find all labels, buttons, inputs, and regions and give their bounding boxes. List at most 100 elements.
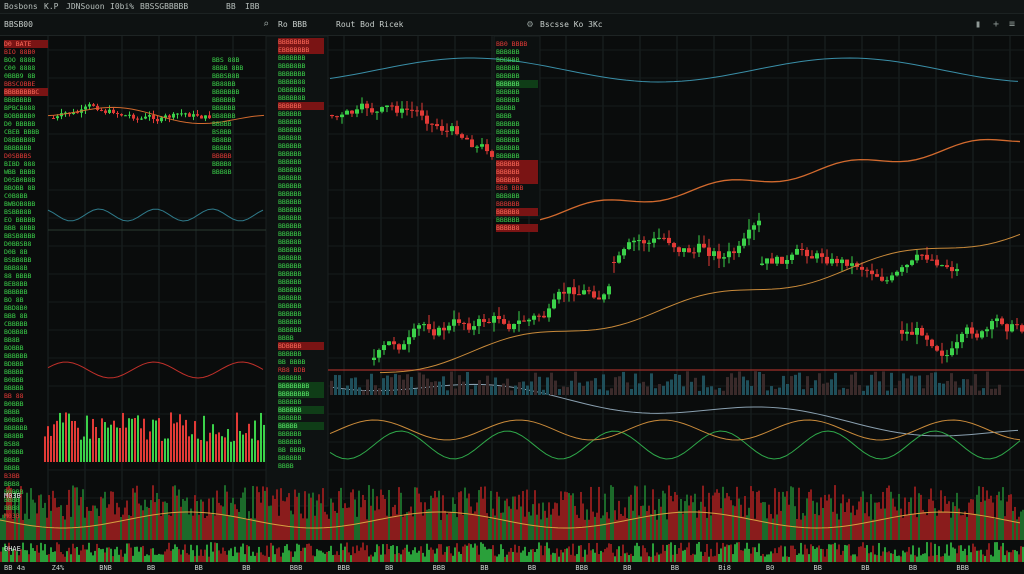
quote-row[interactable]: 8BBB 8BB (212, 64, 264, 72)
quote-row[interactable]: B0BBB (4, 448, 48, 456)
quote-row[interactable]: BBBBBB (496, 88, 538, 96)
quote-row[interactable]: BBSCOBBE (4, 80, 48, 88)
quote-row[interactable]: 0BBB9 8B (4, 72, 48, 80)
quote-row[interactable]: BBBBBB (278, 118, 324, 126)
quote-row[interactable]: BSB8 (4, 440, 48, 448)
watchlist-mid-b[interactable]: BBBBBBBB EBBBBBBB BBBBBBB BBBB8BB BBBBBBB BBB… (278, 38, 324, 470)
quote-row[interactable]: BBBBBBB (212, 88, 264, 96)
quote-row[interactable]: BBBBBB (496, 136, 538, 144)
quote-row[interactable]: BBBBBBB (278, 54, 324, 62)
quote-row[interactable]: BBBBBB (496, 176, 538, 184)
quote-row[interactable]: BBBBBB (278, 302, 324, 310)
watchlist-left[interactable]: D0 BATE BIO 88B0 BOO 888B C00 8888 0BBB9 8B B… (4, 40, 48, 520)
quote-row[interactable]: BBBB (4, 408, 48, 416)
quote-row[interactable]: BSBB8BB (4, 256, 48, 264)
quote-row[interactable]: BBBBBB (278, 230, 324, 238)
quote-row[interactable]: BBBBBB (278, 102, 324, 110)
quote-row[interactable]: BBB 8B (4, 312, 48, 320)
quote-row[interactable]: BBBBBBBB (278, 38, 324, 46)
quote-row[interactable]: BWBOB8BB (4, 200, 48, 208)
watchlist-chart[interactable]: BB0 BBBB BBB8BB BBBBBB BBBBBB BBBBBB BBBBBB BB… (496, 40, 538, 232)
quote-row[interactable]: EO BBBBB (4, 216, 48, 224)
quote-row[interactable]: BBBBBBB (278, 70, 324, 78)
quote-row[interactable]: BBBBBB (278, 254, 324, 262)
quote-row[interactable]: D0BBSB8 (4, 240, 48, 248)
quote-row[interactable]: BBBBBB (278, 214, 324, 222)
quote-row[interactable]: BBBBB8B (278, 94, 324, 102)
quote-row[interactable]: BBBBBB (278, 270, 324, 278)
quote-row[interactable]: BBBBBB (278, 286, 324, 294)
quote-row[interactable]: BBBBB8 (496, 224, 538, 232)
quote-row[interactable]: BBBBBB (278, 318, 324, 326)
quote-row[interactable]: BBB8BB (496, 48, 538, 56)
quote-row[interactable]: BBOBB 8B (4, 184, 48, 192)
quote-row[interactable]: BBBBB (212, 144, 264, 152)
quote-row[interactable]: BDBBB (4, 360, 48, 368)
quote-row[interactable]: BBBBBB (278, 110, 324, 118)
quote-row[interactable]: BB88BB (212, 80, 264, 88)
quote-row[interactable]: BBB8 (4, 504, 48, 512)
quote-row[interactable]: BSBBB8B (4, 208, 48, 216)
quote-row[interactable]: BBBBBB (278, 262, 324, 270)
quote-row[interactable]: D8BBBB8B (4, 136, 48, 144)
quote-row[interactable]: BBBBBB (278, 158, 324, 166)
quote-row[interactable]: BOO 888B (4, 56, 48, 64)
quote-row[interactable]: C00 8888 (4, 64, 48, 72)
quote-row[interactable]: BB8BB (212, 136, 264, 144)
quote-row[interactable]: BBBBBB (496, 168, 538, 176)
quote-row[interactable]: BBBBBB (212, 104, 264, 112)
quote-row[interactable]: BBBBB (278, 422, 324, 430)
quote-row[interactable]: BBBBBB (278, 374, 324, 382)
quote-row[interactable]: BOBBBBB0 (4, 112, 48, 120)
quote-row[interactable]: BBBB8 (212, 160, 264, 168)
quote-row[interactable]: BIBD 888 (4, 160, 48, 168)
quote-row[interactable]: BB8B (4, 336, 48, 344)
quote-row[interactable]: BDBBBB (278, 342, 324, 350)
quote-row[interactable]: BBBB8B (278, 238, 324, 246)
quote-row[interactable]: EBBBBBBB (278, 46, 324, 54)
quote-row[interactable]: B0B8B (4, 416, 48, 424)
quote-row[interactable]: M03B (4, 512, 48, 520)
quote-row[interactable]: BBBBBB (496, 160, 538, 168)
quote-row[interactable]: BBBB (496, 112, 538, 120)
quote-row[interactable]: WBB BBBB (4, 168, 48, 176)
quote-row[interactable]: BBBBBBB (4, 96, 48, 104)
quote-row[interactable]: BBBBBB (496, 80, 538, 88)
quote-row[interactable]: D0SB0B8B (4, 176, 48, 184)
quote-row[interactable]: BBBBB (4, 368, 48, 376)
quote-row[interactable]: BBBBBB (496, 64, 538, 72)
quote-row[interactable]: BBBBBB (4, 288, 48, 296)
quote-row[interactable]: BBBBBB (4, 424, 48, 432)
quote-row[interactable]: BBB88B (4, 264, 48, 272)
quote-row[interactable]: BB BBBB (278, 446, 324, 454)
quote-row[interactable]: BBBBBB (278, 414, 324, 422)
quote-row[interactable]: B3BB (4, 472, 48, 480)
quote-row[interactable]: BB8BBB (212, 112, 264, 120)
quote-row[interactable]: BBBBBB (278, 430, 324, 438)
quote-row[interactable]: BBBBBB (278, 206, 324, 214)
quote-row[interactable]: BBBBBB (496, 144, 538, 152)
quote-row[interactable]: BBBBBB (278, 174, 324, 182)
quote-row[interactable]: BBBBB (496, 104, 538, 112)
quote-row[interactable]: BB 88 (4, 392, 48, 400)
quote-row[interactable]: BBSB8BBB (4, 232, 48, 240)
quote-row[interactable]: BBBBBB (278, 190, 324, 198)
quote-row[interactable]: BBBBBB (278, 398, 324, 406)
quote-row[interactable]: BBBBBB (278, 438, 324, 446)
quote-row[interactable]: BBBBBB (496, 128, 538, 136)
quote-row[interactable]: BBBBB (4, 384, 48, 392)
quote-row[interactable]: BBB 8BBB (4, 224, 48, 232)
quote-row[interactable]: BBBB (4, 464, 48, 472)
quote-row[interactable]: BBB8 (4, 480, 48, 488)
quote-row[interactable]: BBBBBB (278, 278, 324, 286)
quote-row[interactable]: C0B8BB (4, 192, 48, 200)
quote-row[interactable]: BBD8B0 (4, 304, 48, 312)
quote-row[interactable]: RB8 BDB (278, 366, 324, 374)
quote-row[interactable]: BBBBB8 (496, 208, 538, 216)
quote-row[interactable]: BBBBBB (278, 350, 324, 358)
quote-row[interactable]: BBBB8B (278, 166, 324, 174)
quote-row[interactable]: BBBBBB (278, 454, 324, 462)
quote-row[interactable]: DBBBBBB (278, 86, 324, 94)
quote-row[interactable]: BBBBBBBB (278, 390, 324, 398)
quote-row[interactable]: BEB8BB (4, 280, 48, 288)
